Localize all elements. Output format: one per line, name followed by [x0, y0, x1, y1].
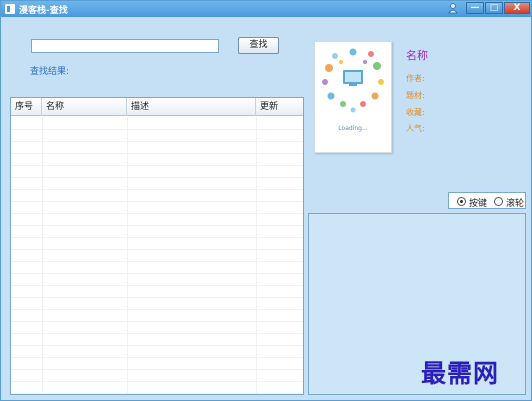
row-gridline	[11, 297, 303, 298]
radio-wheel-mode-label[interactable]: 滚轮	[506, 196, 524, 209]
row-gridline	[11, 153, 303, 154]
row-gridline	[11, 141, 303, 142]
row-gridline	[11, 321, 303, 322]
row-gridline	[11, 369, 303, 370]
column-divider	[42, 117, 43, 394]
detail-favorites-label: 收藏:	[406, 108, 425, 117]
row-gridline	[11, 129, 303, 130]
column-divider	[127, 117, 128, 394]
row-gridline	[11, 189, 303, 190]
column-header-update[interactable]: 更新	[256, 98, 303, 116]
window-title: 漫客栈-查找	[19, 6, 68, 16]
maximize-button[interactable]: □	[485, 2, 503, 14]
detail-genre-label: 题材:	[406, 91, 425, 100]
row-gridline	[11, 237, 303, 238]
watermark-logo: 最需网	[421, 359, 500, 388]
radio-key-mode-label[interactable]: 按键	[469, 196, 487, 209]
row-gridline	[11, 381, 303, 382]
minimize-button[interactable]: —	[466, 2, 484, 14]
user-icon[interactable]	[448, 3, 458, 14]
row-gridline	[11, 333, 303, 334]
row-gridline	[11, 309, 303, 310]
row-gridline	[11, 249, 303, 250]
table-header: 序号 名称 描述 更新	[11, 98, 303, 116]
column-divider	[256, 117, 257, 394]
detail-author-label: 作者:	[406, 74, 425, 83]
radio-key-mode[interactable]	[457, 197, 466, 206]
search-button[interactable]: 查找	[238, 37, 279, 54]
detail-popularity-label: 人气:	[406, 124, 425, 133]
row-gridline	[11, 165, 303, 166]
title-bar[interactable]: 漫客栈-查找 — □ X	[1, 1, 531, 17]
row-gridline	[11, 285, 303, 286]
row-gridline	[11, 273, 303, 274]
column-header-name[interactable]: 名称	[42, 98, 127, 116]
row-gridline	[11, 357, 303, 358]
row-gridline	[11, 345, 303, 346]
row-gridline	[11, 393, 303, 394]
scroll-mode-group: 按键 滚轮	[448, 192, 526, 209]
table-body[interactable]	[11, 117, 303, 394]
radio-wheel-mode[interactable]	[494, 197, 503, 206]
cover-image: Loading...	[314, 41, 392, 153]
search-result-label: 查找结果:	[30, 67, 70, 77]
row-gridline	[11, 177, 303, 178]
row-gridline	[11, 225, 303, 226]
row-gridline	[11, 213, 303, 214]
column-header-index[interactable]: 序号	[11, 98, 42, 116]
loading-text: Loading...	[338, 125, 368, 132]
detail-name-label: 名称	[406, 49, 428, 62]
close-button[interactable]: X	[504, 2, 530, 14]
app-icon	[5, 4, 15, 14]
results-table[interactable]: 序号 名称 描述 更新	[10, 97, 304, 395]
search-input[interactable]	[31, 39, 219, 53]
column-header-description[interactable]: 描述	[127, 98, 256, 116]
main-window: 漫客栈-查找 — □ X 查找 查找结果: 序号 名称 描述 更新 Loadin…	[0, 0, 532, 401]
cover-placeholder-graphic	[322, 48, 384, 113]
row-gridline	[11, 261, 303, 262]
row-gridline	[11, 201, 303, 202]
